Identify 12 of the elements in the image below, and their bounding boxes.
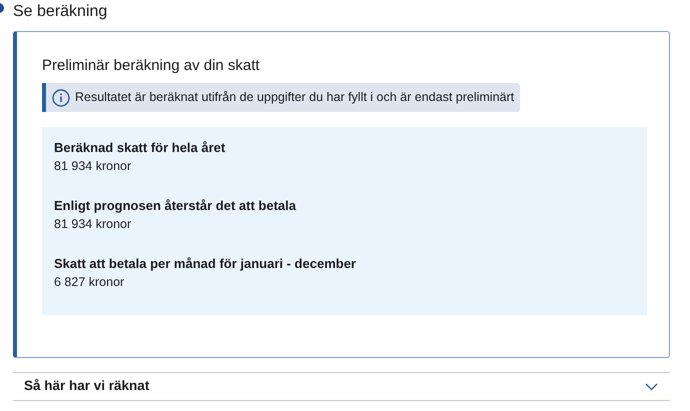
accordion-header[interactable]: Så här har vi räknat xyxy=(13,372,670,401)
info-banner: Resultatet är beräknat utifrån de uppgifter du har fyllt i och är endast preliminärt xyxy=(42,83,520,112)
result-label: Beräknad skatt för hela året xyxy=(54,138,226,156)
result-label: Skatt att betala per månad för januari - december xyxy=(54,254,357,272)
section-title: Se beräkning xyxy=(13,2,108,22)
result-label: Enligt prognosen återstår det att betala xyxy=(54,196,297,214)
result-value: 81 934 kronor xyxy=(54,216,132,232)
result-value: 6 827 kronor xyxy=(54,274,126,290)
chevron-icon xyxy=(645,382,658,390)
card-title: Preliminär beräkning av din skatt xyxy=(42,56,261,76)
info-icon xyxy=(52,88,70,106)
result-value: 81 934 kronor xyxy=(54,158,132,174)
